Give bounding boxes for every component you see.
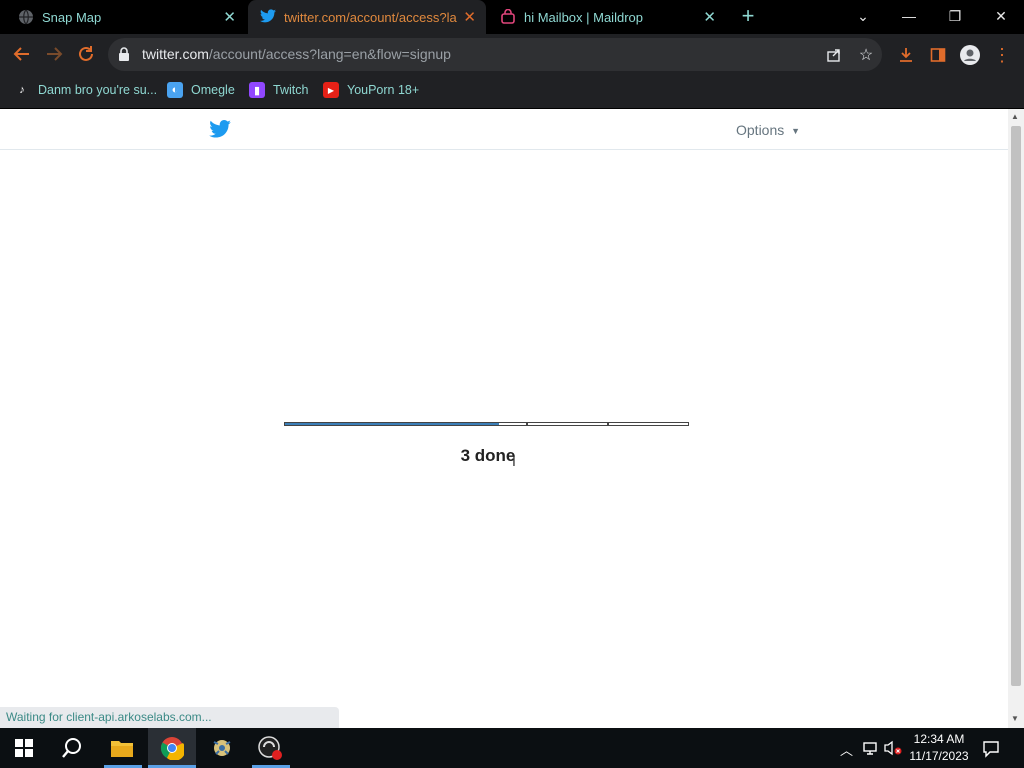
tab-twitter[interactable]: twitter.com/account/access?lang=en&flow=… (248, 0, 486, 34)
chrome-icon[interactable] (148, 728, 196, 768)
url-host: twitter.com (142, 46, 209, 62)
bookmark-label: Twitch (273, 83, 309, 97)
close-tab-icon[interactable]: ✕ (223, 8, 236, 26)
url-path: /account/access?lang=en&flow=signup (208, 46, 451, 62)
bookmark-star-icon[interactable]: ☆ (855, 44, 877, 66)
profile-avatar-icon[interactable] (959, 44, 981, 66)
file-explorer-icon[interactable] (98, 728, 146, 768)
share-icon[interactable] (823, 44, 845, 66)
new-tab-button[interactable]: + (737, 5, 759, 27)
clock-time: 12:34 AM (913, 732, 965, 746)
progress-segment (527, 422, 608, 426)
text-cursor-icon: I (512, 453, 516, 469)
tab-maildrop[interactable]: hi Mailbox | Maildrop ✕ (488, 0, 726, 34)
twitch-icon: ▮ (249, 82, 265, 98)
side-panel-icon[interactable] (927, 44, 949, 66)
bookmark-item[interactable]: ◐ Omegle (167, 80, 235, 100)
kebab-menu-icon[interactable]: ⋮ (991, 44, 1013, 66)
network-icon[interactable] (862, 740, 878, 759)
tray-chevron-up-icon[interactable]: ︿ (840, 740, 853, 759)
close-tab-icon[interactable]: ✕ (703, 8, 716, 26)
options-label: Options (736, 122, 785, 138)
bookmark-item[interactable]: ♪ Danm bro you're su... (14, 80, 157, 100)
scroll-up-icon[interactable]: ▲ (1011, 112, 1019, 121)
reload-icon[interactable] (74, 42, 98, 66)
bookmark-label: Omegle (191, 83, 235, 97)
back-arrow-icon[interactable] (10, 42, 34, 66)
scroll-down-icon[interactable]: ▼ (1011, 714, 1019, 723)
progress-bar (284, 422, 692, 426)
maildrop-icon (500, 8, 516, 25)
youtube-style-icon: ▶ (323, 82, 339, 98)
url-text[interactable]: twitter.com/account/access?lang=en&flow=… (142, 46, 451, 62)
status-bubble: Waiting for client-api.arkoselabs.com... (0, 707, 339, 728)
close-window-button[interactable]: ✕ (978, 2, 1024, 30)
bookmark-item[interactable]: ▶ YouPorn 18+ (323, 80, 419, 100)
minimize-button[interactable]: — (886, 2, 932, 30)
obs-record-icon[interactable] (246, 728, 294, 768)
app-icon[interactable] (198, 728, 246, 768)
tab-title: twitter.com/account/access?lang=en&flow=… (284, 9, 457, 25)
twitter-icon (260, 9, 276, 25)
progress-status-text: 3 done (460, 446, 516, 465)
taskbar-clock[interactable]: 12:34 AM 11/17/2023 (904, 731, 974, 765)
bookmark-label: Danm bro you're su... (38, 83, 158, 97)
options-dropdown[interactable]: Options ▼ (736, 122, 800, 138)
progress-segment (608, 422, 689, 426)
close-tab-icon[interactable]: ✕ (463, 8, 476, 26)
windows-start-icon[interactable] (0, 728, 48, 768)
tab-title: hi Mailbox | Maildrop (524, 9, 643, 25)
bookmark-item[interactable]: ▮ Twitch (249, 80, 308, 100)
search-icon[interactable] (48, 728, 96, 768)
download-icon[interactable] (895, 44, 917, 66)
tab-search-chevron-icon[interactable]: ⌄ (840, 2, 886, 30)
tab-snap-map[interactable]: Snap Map ✕ (6, 0, 246, 34)
globe-icon (18, 9, 34, 25)
bookmark-label: YouPorn 18+ (347, 83, 420, 97)
page-content (0, 109, 1008, 728)
notifications-icon[interactable] (982, 740, 1000, 761)
tab-title: Snap Map (42, 9, 102, 25)
volume-muted-icon[interactable] (884, 740, 902, 759)
header-divider (0, 149, 1008, 150)
tiktok-icon: ♪ (19, 84, 25, 96)
scrollbar-thumb[interactable] (1011, 126, 1021, 686)
clock-date: 11/17/2023 (909, 749, 969, 763)
caret-down-icon: ▼ (791, 126, 801, 137)
progress-fill (285, 423, 499, 425)
twitter-logo-icon[interactable] (209, 120, 231, 139)
forward-arrow-icon[interactable] (42, 42, 66, 66)
restore-button[interactable]: ❐ (932, 2, 978, 30)
omegle-icon: ◐ (167, 82, 183, 98)
lock-icon[interactable] (118, 47, 132, 63)
